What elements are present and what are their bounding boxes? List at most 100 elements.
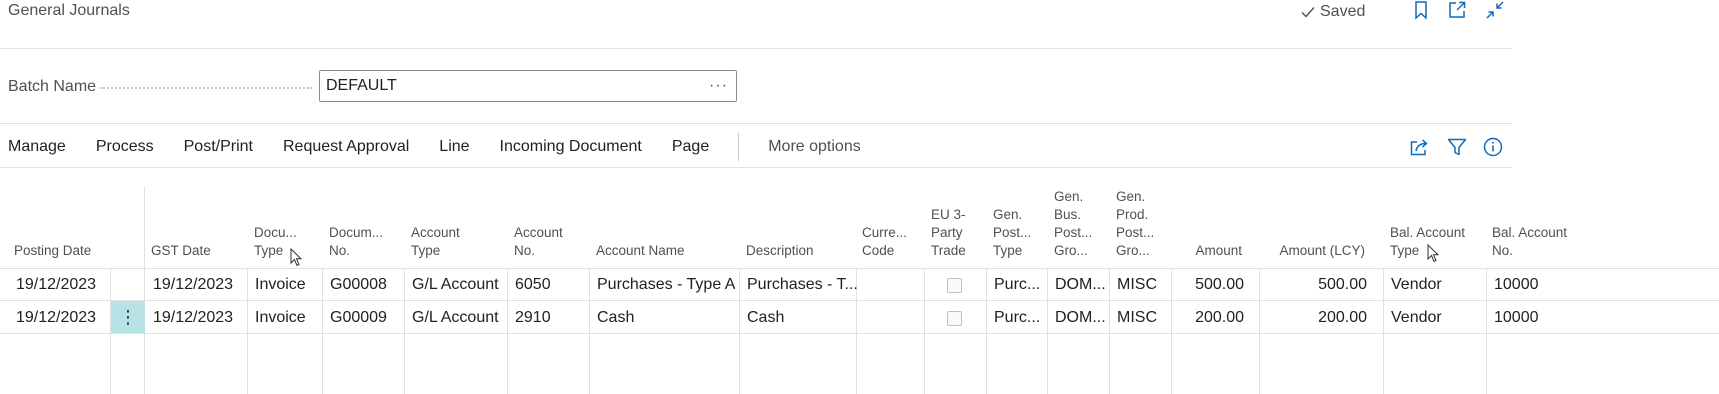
cell-account-name[interactable]: Purchases - Type A xyxy=(597,269,735,301)
cell-posting-date[interactable]: 19/12/2023 xyxy=(16,269,96,301)
col-header-account-no[interactable]: Account No. xyxy=(514,186,589,266)
action-incoming-document[interactable]: Incoming Document xyxy=(485,128,657,166)
col-header-bal-account-no[interactable]: Bal. Account No. xyxy=(1492,186,1584,266)
cell-account-type[interactable]: G/L Account xyxy=(412,269,499,301)
col-header-amount[interactable]: Amount xyxy=(1172,186,1242,266)
mouse-pointer-icon xyxy=(290,248,303,267)
cell-account-name[interactable]: Cash xyxy=(597,302,634,334)
cell-bal-account-no[interactable]: 10000 xyxy=(1494,269,1539,301)
col-header-gen-posting-type[interactable]: Gen. Post... Type xyxy=(993,186,1045,266)
col-header-gen-bus-posting-group[interactable]: Gen. Bus. Post... Gro... xyxy=(1054,186,1109,266)
more-options-button[interactable]: More options xyxy=(753,128,876,166)
grid-col-line xyxy=(404,268,405,394)
col-header-text: Docum... No. xyxy=(329,225,384,258)
cell-amount[interactable]: 500.00 xyxy=(1172,269,1244,301)
eu3-checkbox[interactable] xyxy=(947,277,962,293)
cell-gen-bus-posting-group[interactable]: DOM... xyxy=(1055,269,1106,301)
cell-gen-posting-type[interactable]: Purc... xyxy=(994,302,1040,334)
col-header-amount-lcy[interactable]: Amount (LCY) xyxy=(1260,186,1365,266)
action-request-approval[interactable]: Request Approval xyxy=(268,128,424,166)
col-header-text: Gen. Bus. Post... Gro... xyxy=(1054,189,1093,258)
row-actions-menu-button[interactable]: ⋮ xyxy=(111,301,145,333)
col-header-text: Bal. Account No. xyxy=(1492,225,1568,258)
cell-gst-date[interactable]: 19/12/2023 xyxy=(153,302,233,334)
grid-col-line xyxy=(144,186,145,394)
grid-col-line xyxy=(1486,268,1487,394)
grid-col-line xyxy=(986,268,987,394)
cell-bal-account-type[interactable]: Vendor xyxy=(1391,269,1442,301)
cell-document-type[interactable]: Invoice xyxy=(255,302,306,334)
header-divider xyxy=(0,48,1512,49)
cell-description[interactable]: Purchases - T... xyxy=(747,269,858,301)
info-icon[interactable] xyxy=(1482,136,1504,158)
cell-eu3-party-trade[interactable] xyxy=(947,269,962,301)
col-header-text: Description xyxy=(746,243,814,258)
cell-bal-account-no[interactable]: 10000 xyxy=(1494,302,1539,334)
batch-lookup-button[interactable]: ··· xyxy=(709,77,728,95)
grid-col-line xyxy=(247,268,248,394)
batch-divider xyxy=(0,123,1512,124)
cell-document-no[interactable]: G00008 xyxy=(330,269,387,301)
action-process[interactable]: Process xyxy=(81,128,169,166)
cell-eu3-party-trade[interactable] xyxy=(947,302,962,334)
cell-amount[interactable]: 200.00 xyxy=(1172,302,1244,334)
cell-account-no[interactable]: 6050 xyxy=(515,269,551,301)
filter-icon[interactable] xyxy=(1446,136,1468,158)
col-header-account-name[interactable]: Account Name xyxy=(596,186,736,266)
cell-account-type[interactable]: G/L Account xyxy=(412,302,499,334)
col-header-text: GST Date xyxy=(151,243,211,258)
cell-account-no[interactable]: 2910 xyxy=(515,302,551,334)
grid-col-line xyxy=(507,268,508,394)
cell-description[interactable]: Cash xyxy=(747,302,784,334)
action-bar: Manage Process Post/Print Request Approv… xyxy=(0,128,876,166)
col-header-text: Account No. xyxy=(514,225,563,258)
col-header-text: Account Type xyxy=(411,225,460,258)
col-header-account-type[interactable]: Account Type xyxy=(411,186,506,266)
cell-gen-posting-type[interactable]: Purc... xyxy=(994,269,1040,301)
col-header-posting-date[interactable]: Posting Date xyxy=(14,186,114,266)
share-icon[interactable] xyxy=(1408,136,1430,158)
grid-col-line xyxy=(322,268,323,394)
col-header-gst-date[interactable]: GST Date xyxy=(151,186,246,266)
cell-posting-date[interactable]: 19/12/2023 xyxy=(16,302,96,334)
action-separator xyxy=(738,133,740,161)
cell-amount-lcy[interactable]: 200.00 xyxy=(1260,302,1367,334)
checkmark-icon xyxy=(1301,7,1315,18)
col-header-text: Account Name xyxy=(596,243,685,258)
batch-name-leader xyxy=(100,87,312,89)
bookmark-icon[interactable] xyxy=(1411,0,1431,20)
mouse-pointer-icon xyxy=(1427,244,1440,263)
open-new-window-icon[interactable] xyxy=(1447,0,1467,20)
grid-col-line xyxy=(924,268,925,394)
batch-name-value: DEFAULT xyxy=(326,77,397,94)
saved-indicator: Saved xyxy=(1300,3,1365,21)
eu3-checkbox[interactable] xyxy=(947,310,962,326)
col-header-document-type[interactable]: Docu... Type xyxy=(254,186,324,266)
cell-document-no[interactable]: G00009 xyxy=(330,302,387,334)
col-header-text: EU 3- Party Trade xyxy=(931,207,966,258)
action-post-print[interactable]: Post/Print xyxy=(169,128,268,166)
cell-amount-lcy[interactable]: 500.00 xyxy=(1260,269,1367,301)
cell-document-type[interactable]: Invoice xyxy=(255,269,306,301)
col-header-text: Curre... Code xyxy=(862,225,908,258)
grid-col-line xyxy=(1047,268,1048,394)
cell-gst-date[interactable]: 19/12/2023 xyxy=(153,269,233,301)
col-header-text: Amount xyxy=(1195,243,1242,258)
action-line[interactable]: Line xyxy=(424,128,484,166)
col-header-text: Gen. Prod. Post... Gro... xyxy=(1116,189,1155,258)
col-header-description[interactable]: Description xyxy=(746,186,851,266)
col-header-gen-prod-posting-group[interactable]: Gen. Prod. Post... Gro... xyxy=(1116,186,1171,266)
col-header-eu3-party-trade[interactable]: EU 3- Party Trade xyxy=(931,186,986,266)
cell-gen-bus-posting-group[interactable]: DOM... xyxy=(1055,302,1106,334)
collapse-icon[interactable] xyxy=(1485,0,1505,20)
col-header-text: Amount (LCY) xyxy=(1279,243,1365,258)
cell-gen-prod-posting-group[interactable]: MISC xyxy=(1117,269,1157,301)
batch-name-field[interactable]: DEFAULT ··· xyxy=(319,70,737,102)
action-page[interactable]: Page xyxy=(657,128,724,166)
action-manage[interactable]: Manage xyxy=(0,128,81,166)
col-header-currency-code[interactable]: Curre... Code xyxy=(862,186,922,266)
grid-col-line xyxy=(739,268,740,394)
cell-bal-account-type[interactable]: Vendor xyxy=(1391,302,1442,334)
cell-gen-prod-posting-group[interactable]: MISC xyxy=(1117,302,1157,334)
col-header-document-no[interactable]: Docum... No. xyxy=(329,186,404,266)
